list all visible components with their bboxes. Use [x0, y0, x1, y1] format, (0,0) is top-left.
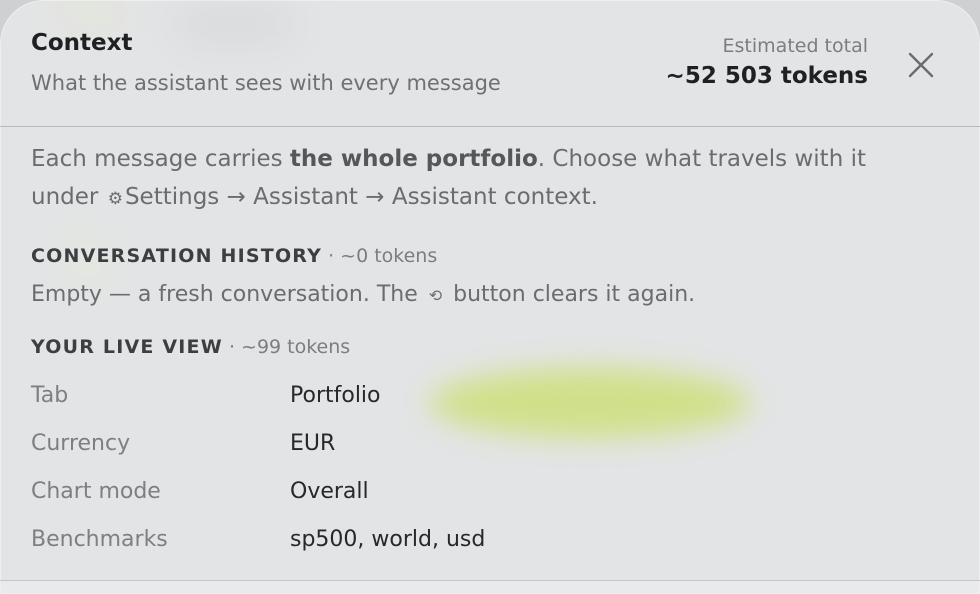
estimated-total-value: ~52 503 tokens — [665, 63, 868, 89]
conversation-history-heading: CONVERSATION HISTORY · ~0 tokens — [31, 244, 940, 268]
settings-path: Settings → Assistant → Assistant context… — [124, 184, 598, 210]
next-section-edge — [0, 580, 980, 594]
live-view-value: EUR — [290, 430, 336, 456]
live-view-key: Chart mode — [31, 478, 161, 504]
live-view-row: Chart mode Overall — [31, 467, 940, 515]
live-view-list: Tab Portfolio Currency EUR Chart mode Ov… — [31, 371, 940, 563]
live-view-value: sp500, world, usd — [290, 526, 486, 552]
section-token-count: · ~99 tokens — [222, 336, 351, 358]
live-view-heading: YOUR LIVE VIEW · ~99 tokens — [31, 335, 940, 359]
conversation-history-text: Empty — a fresh conversation. The ⟲ butt… — [31, 282, 940, 307]
panel-header: Context What the assistant sees with eve… — [0, 0, 980, 127]
panel-content: Each message carries the whole portfolio… — [31, 140, 940, 563]
close-icon — [908, 52, 934, 78]
live-view-value: Portfolio — [290, 382, 381, 408]
intro-emphasis: the whole portfolio — [289, 146, 538, 172]
intro-text: Each message carries the whole portfolio… — [31, 140, 940, 218]
history-text-part: button clears it again. — [453, 282, 696, 307]
live-view-row: Currency EUR — [31, 419, 940, 467]
history-text-part: Empty — a fresh conversation. The — [31, 282, 418, 307]
intro-text-part: Each message carries — [31, 146, 290, 172]
reset-icon: ⟲ — [428, 286, 443, 305]
section-title: YOUR LIVE VIEW — [31, 336, 223, 358]
live-view-key: Tab — [31, 382, 69, 408]
live-view-row: Benchmarks sp500, world, usd — [31, 515, 940, 563]
estimated-total-label: Estimated total — [722, 35, 868, 57]
panel-subtitle: What the assistant sees with every messa… — [31, 71, 501, 95]
live-view-value: Overall — [290, 478, 369, 504]
live-view-row: Tab Portfolio — [31, 371, 940, 419]
section-title: CONVERSATION HISTORY — [31, 245, 323, 267]
gear-icon: ⚙ — [107, 189, 123, 209]
close-button[interactable] — [902, 46, 940, 84]
section-token-count: · ~0 tokens — [322, 245, 438, 267]
panel-title: Context — [31, 30, 133, 56]
live-view-key: Currency — [31, 430, 131, 456]
context-panel: Context What the assistant sees with eve… — [0, 0, 980, 594]
live-view-key: Benchmarks — [31, 526, 168, 552]
